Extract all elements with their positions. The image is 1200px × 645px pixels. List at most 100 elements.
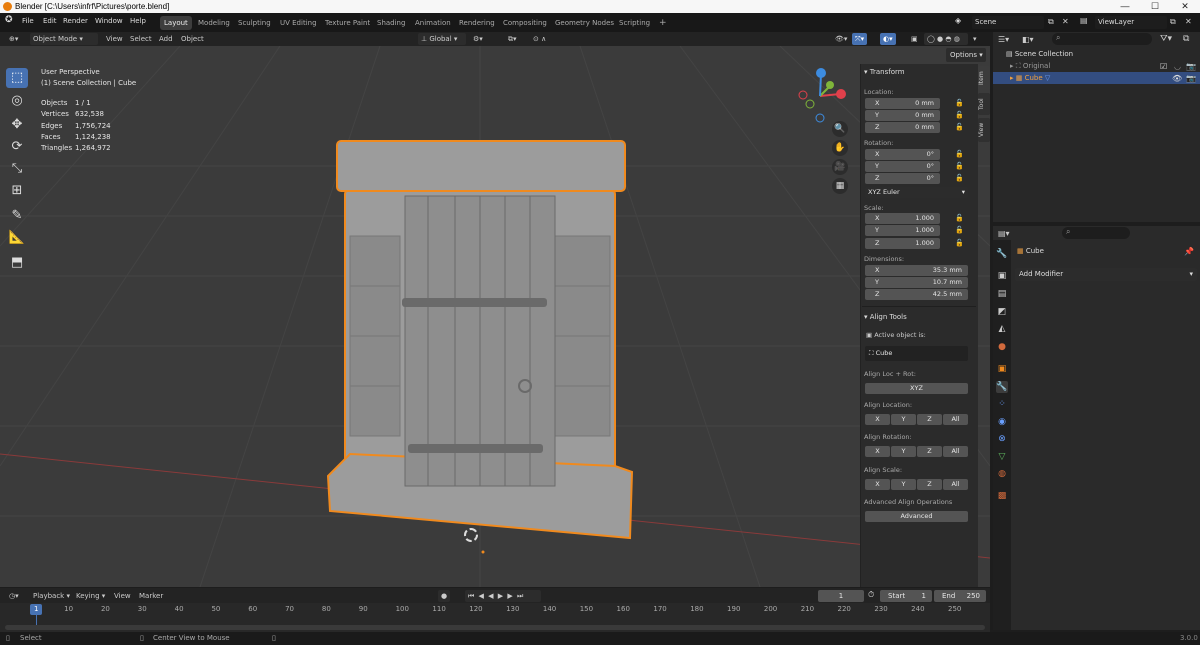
timeline-editor-icon[interactable]: ◷▾: [6, 590, 22, 602]
texture-tab-icon[interactable]: ▩: [996, 490, 1008, 502]
checkbox-icon[interactable]: ☑: [1160, 62, 1167, 71]
perspective-grid-icon[interactable]: ▦: [832, 178, 848, 194]
zoom-icon[interactable]: 🔍: [832, 121, 848, 137]
align-xyz-button[interactable]: XYZ: [865, 383, 968, 394]
maximize-button[interactable]: ☐: [1140, 0, 1170, 13]
new-viewlayer-icon[interactable]: ⧉: [1170, 17, 1176, 27]
material-tab-icon[interactable]: ◍: [996, 468, 1008, 480]
object-mode-dropdown[interactable]: Object Mode ▾: [30, 33, 98, 45]
scale-x-field[interactable]: X 1.000: [865, 213, 940, 224]
align-scale-all-button[interactable]: All: [943, 479, 968, 490]
tab-shading[interactable]: Shading: [373, 16, 409, 30]
align-scale-y-button[interactable]: Y: [891, 479, 916, 490]
align-location-x-button[interactable]: X: [865, 414, 890, 425]
rotate-tool[interactable]: ⟳: [6, 137, 28, 157]
menu-add[interactable]: Add: [156, 33, 176, 45]
outliner-item-original[interactable]: ▸ ⛶ Original: [1010, 62, 1050, 71]
view-layer-tab-icon[interactable]: ◩: [996, 306, 1008, 318]
start-frame-field[interactable]: Start 1: [880, 590, 932, 602]
tab-geometry-nodes[interactable]: Geometry Nodes: [551, 16, 618, 30]
overlay-toggle-icon[interactable]: ◐▾: [880, 33, 896, 45]
playback-controls[interactable]: ⏮ ◀ ◀ ▶ ▶ ⏭: [465, 590, 541, 602]
align-rotation-all-button[interactable]: All: [943, 446, 968, 457]
shading-modes[interactable]: ◯ ● ◓ ◍: [924, 33, 968, 45]
location-z-field[interactable]: Z 0 mm: [865, 122, 940, 133]
menu-render[interactable]: Render: [63, 17, 88, 25]
lock-icon[interactable]: 🔓: [955, 111, 964, 119]
camera-icon[interactable]: 🎥: [832, 159, 848, 175]
data-tab-icon[interactable]: ▽: [996, 451, 1008, 463]
tab-texture-paint[interactable]: Texture Paint: [321, 16, 374, 30]
align-location-z-button[interactable]: Z: [917, 414, 942, 425]
tab-compositing[interactable]: Compositing: [499, 16, 551, 30]
particles-tab-icon[interactable]: ⁘: [996, 398, 1008, 410]
timeline-scrollbar[interactable]: [5, 625, 985, 630]
timeline-view-menu[interactable]: View: [111, 590, 134, 602]
align-scale-x-button[interactable]: X: [865, 479, 890, 490]
rotation-mode-dropdown[interactable]: XYZ Euler ▾: [865, 187, 968, 198]
remove-viewlayer-icon[interactable]: ✕: [1185, 17, 1192, 26]
pan-hand-icon[interactable]: ✋: [832, 140, 848, 156]
cursor-tool[interactable]: ◎: [6, 91, 28, 111]
shading-dropdown-icon[interactable]: ▾: [970, 33, 980, 45]
select-box-tool[interactable]: ⬚: [6, 68, 28, 88]
tool-tab-icon[interactable]: 🔧: [996, 248, 1008, 260]
align-location-all-button[interactable]: All: [943, 414, 968, 425]
physics-tab-icon[interactable]: ◉: [996, 416, 1008, 428]
location-y-field[interactable]: Y 0 mm: [865, 110, 940, 121]
lock-icon[interactable]: 🔓: [955, 226, 964, 234]
world-tab-icon[interactable]: ●: [996, 341, 1008, 353]
menu-file[interactable]: File: [22, 17, 34, 25]
menu-object[interactable]: Object: [178, 33, 207, 45]
properties-editor-icon[interactable]: ▤▾: [998, 229, 1010, 238]
tab-scripting[interactable]: Scripting: [615, 16, 654, 30]
end-frame-field[interactable]: End 250: [934, 590, 986, 602]
properties-search-input[interactable]: ⌕: [1062, 227, 1130, 239]
lock-icon[interactable]: 🔓: [955, 150, 964, 158]
eye-icon[interactable]: 👁: [1172, 74, 1182, 83]
rotation-x-field[interactable]: X 0°: [865, 149, 940, 160]
outliner-item-cube[interactable]: ▸ ▦ Cube ▽: [1010, 74, 1050, 82]
keying-menu[interactable]: Keying ▾: [73, 590, 108, 602]
lock-icon[interactable]: 🔓: [955, 123, 964, 131]
rotation-y-field[interactable]: Y 0°: [865, 161, 940, 172]
tab-tool[interactable]: Tool: [978, 93, 990, 115]
scale-z-field[interactable]: Z 1.000: [865, 238, 940, 249]
lock-icon[interactable]: 🔓: [955, 99, 964, 107]
orientation-dropdown[interactable]: ⊥ Global ▾: [418, 33, 466, 45]
playback-menu[interactable]: Playback ▾: [30, 590, 73, 602]
blender-menu-icon[interactable]: ✪: [5, 15, 13, 25]
tab-view[interactable]: View: [978, 118, 990, 142]
timeline-marker-menu[interactable]: Marker: [136, 590, 166, 602]
move-tool[interactable]: ✥: [6, 115, 28, 135]
align-scale-z-button[interactable]: Z: [917, 479, 942, 490]
record-icon[interactable]: ●: [438, 590, 451, 602]
viewlayer-selector[interactable]: ViewLayer: [1095, 16, 1167, 29]
navigation-gizmo[interactable]: [795, 66, 855, 126]
menu-select[interactable]: Select: [127, 33, 155, 45]
minimize-button[interactable]: —: [1110, 0, 1140, 13]
tab-rendering[interactable]: Rendering: [455, 16, 499, 30]
modifier-tab-icon[interactable]: 🔧: [996, 381, 1008, 393]
lock-icon[interactable]: 🔓: [955, 214, 964, 222]
active-object-field[interactable]: ⛶ Cube: [865, 346, 968, 361]
scale-tool[interactable]: ⤡: [6, 159, 28, 179]
tab-item[interactable]: Item: [978, 66, 990, 90]
dimension-x-field[interactable]: X 35.3 mm: [865, 265, 968, 276]
proportional-edit-icon[interactable]: ⊙ ∧: [530, 33, 549, 45]
new-collection-icon[interactable]: ⧉: [1183, 34, 1189, 44]
add-cube-tool[interactable]: ⬒: [6, 253, 28, 273]
scene-selector[interactable]: Scene: [972, 16, 1044, 29]
transform-tool[interactable]: ⊞: [6, 181, 28, 201]
scale-y-field[interactable]: Y 1.000: [865, 225, 940, 236]
close-button[interactable]: ✕: [1170, 0, 1200, 13]
scene-collection-row[interactable]: ▤ Scene Collection: [1006, 50, 1073, 58]
lock-icon[interactable]: 🔓: [955, 162, 964, 170]
advanced-button[interactable]: Advanced: [865, 511, 968, 522]
tab-sculpting[interactable]: Sculpting: [234, 16, 275, 30]
align-rotation-z-button[interactable]: Z: [917, 446, 942, 457]
remove-scene-icon[interactable]: ✕: [1062, 17, 1069, 26]
door-model[interactable]: [320, 136, 650, 556]
object-tab-icon[interactable]: ▣: [996, 363, 1008, 375]
display-mode-icon[interactable]: ◧▾: [1022, 35, 1034, 44]
